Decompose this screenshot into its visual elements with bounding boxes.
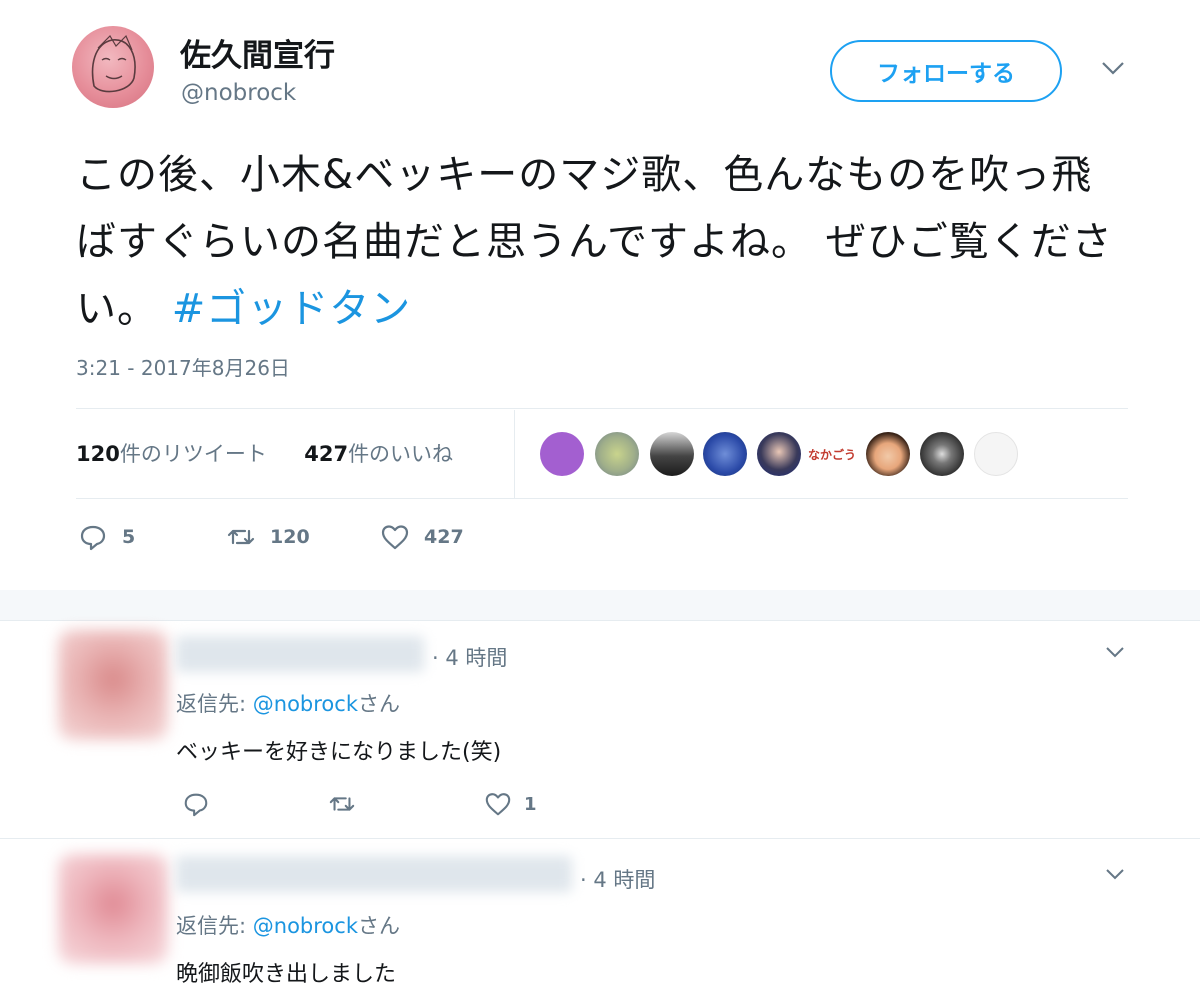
like-action[interactable]: 1 (484, 790, 537, 818)
chevron-down-icon[interactable] (1100, 58, 1126, 82)
reply-time[interactable]: · 4 時間 (432, 642, 507, 672)
like-count: 427 (424, 526, 464, 548)
mention-link[interactable]: @nobrock (253, 692, 358, 716)
hashtag-link[interactable]: #ゴッドタン (172, 286, 412, 332)
section-spacer (0, 590, 1200, 620)
heart-icon (485, 793, 511, 816)
heart-icon (381, 525, 409, 550)
reply-count: 5 (122, 526, 136, 548)
divider (76, 498, 1128, 499)
divider (0, 838, 1200, 839)
retweet-icon (227, 529, 255, 545)
reply-author-name[interactable] (176, 636, 424, 672)
liker-avatar[interactable] (703, 432, 747, 476)
retweet-icon (329, 797, 355, 811)
author-handle[interactable]: @nobrock (181, 80, 296, 106)
chevron-down-icon[interactable] (1104, 866, 1126, 885)
reply-avatar[interactable] (58, 854, 168, 964)
tweet-text: この後、小木&ベッキーのマジ歌、色んなものを吹っ飛ばすぐらいの名曲だと思うんです… (76, 142, 1126, 343)
like-action[interactable]: 427 (380, 522, 464, 552)
reply-author-name[interactable] (176, 856, 572, 892)
reply-text: ベッキーを好きになりました(笑) (176, 740, 502, 765)
tweet-stats: 120件のリツイート 427件のいいね (76, 438, 453, 468)
reply-text: 晩御飯吹き出しました (176, 962, 397, 987)
mention-link[interactable]: @nobrock (253, 914, 358, 938)
author-name[interactable]: 佐久間宣行 (180, 30, 335, 75)
reply-time[interactable]: · 4 時間 (580, 864, 655, 894)
liker-avatar[interactable] (920, 432, 964, 476)
reply-icon (184, 793, 208, 817)
reply-action[interactable]: 5 (78, 522, 135, 552)
retweets-stat[interactable]: 120件のリツイート (76, 442, 267, 466)
reply-icon (80, 525, 106, 551)
follow-button[interactable]: フォローする (830, 40, 1062, 102)
vertical-divider (514, 410, 515, 498)
retweet-action[interactable]: 120 (226, 522, 310, 552)
liker-avatar[interactable] (650, 432, 694, 476)
retweet-count: 120 (270, 526, 310, 548)
reply-to-line: 返信先: @nobrockさん (176, 914, 400, 938)
divider (0, 620, 1200, 621)
liker-avatar[interactable] (595, 432, 639, 476)
chevron-down-icon[interactable] (1104, 644, 1126, 663)
divider (76, 408, 1128, 409)
like-count: 1 (524, 793, 537, 815)
liker-avatar[interactable] (866, 432, 910, 476)
reply-avatar[interactable] (58, 630, 168, 740)
liker-avatar[interactable] (974, 432, 1018, 476)
likes-stat[interactable]: 427件のいいね (304, 442, 453, 466)
reply-to-line: 返信先: @nobrockさん (176, 692, 400, 716)
liker-avatar[interactable] (757, 432, 801, 476)
author-avatar[interactable] (72, 26, 154, 108)
liker-avatar[interactable] (540, 432, 584, 476)
reply-action[interactable] (182, 790, 210, 818)
tweet-timestamp[interactable]: 3:21 - 2017年8月26日 (76, 352, 290, 381)
liker-avatar[interactable]: なかごう (808, 446, 856, 463)
retweet-action[interactable] (328, 790, 356, 818)
